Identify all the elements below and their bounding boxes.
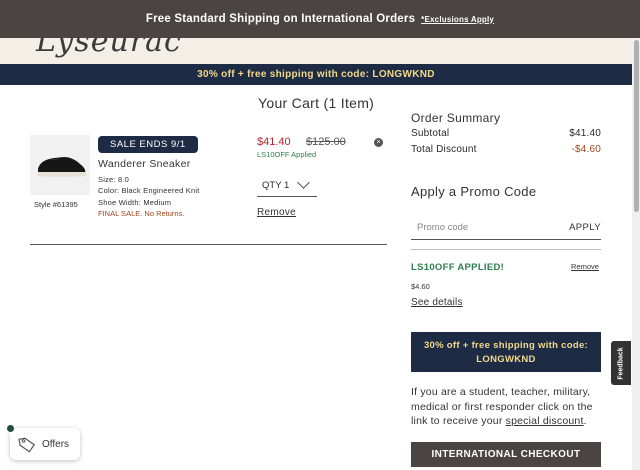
special-discount-end: . [583,415,587,427]
exclusions-link[interactable]: *Exclusions Apply [421,15,494,24]
sale-price: $41.40 [257,136,291,148]
product-width: Shoe Width: Medium [98,198,172,207]
promo-callout: 30% off + free shipping with code: LONGW… [411,332,601,372]
subtotal-value: $41.40 [569,128,601,139]
promo-callout-line2: LONGWKND [476,354,536,365]
site-header: Lyseurac [0,38,632,64]
remove-promo-link[interactable]: Remove [571,262,599,271]
special-discount-text: If you are a student, teacher, military,… [411,385,603,429]
scrollbar-thumb[interactable] [634,40,639,212]
product-color: Color: Black Engineered Knit [98,186,200,195]
brand-logo[interactable]: Lyseurac [36,38,182,59]
tag-icon [18,437,36,453]
promo-applied-amount: $4.60 [411,282,430,291]
discount-label: Total Discount [411,144,477,155]
promo-applied-note: LS10OFF Applied [257,150,317,159]
subtotal-label: Subtotal [411,128,450,139]
apply-promo-button[interactable]: APPLY [569,222,601,233]
quantity-label: QTY 1 [262,179,290,191]
promo-bar: 30% off + free shipping with code: LONGW… [0,64,632,85]
cart-divider [30,244,387,245]
feedback-label: Feedback [617,346,625,380]
promo-code-input[interactable] [411,222,551,233]
special-discount-link[interactable]: special discount [506,415,584,427]
promo-separator [411,249,601,250]
product-image[interactable] [30,135,90,195]
subtotal-row: Subtotal $41.40 [411,128,601,139]
original-price: $125.00 [306,136,346,148]
product-size: Size: 8.0 [98,175,129,184]
discount-value: -$4.60 [571,144,601,155]
promo-applied-label: LS10OFF APPLIED! [411,262,505,273]
promo-title: Apply a Promo Code [411,184,537,199]
see-details-link[interactable]: See details [411,297,463,308]
notification-dot [6,424,15,433]
product-name[interactable]: Wanderer Sneaker [98,158,191,170]
sale-badge: SALE ENDS 9/1 [98,136,198,153]
style-number: Style #61395 [34,200,78,209]
remove-link[interactable]: Remove [257,207,296,218]
offers-label: Offers [42,438,70,450]
remove-item-icon[interactable]: × [374,138,383,147]
quantity-select[interactable]: QTY 1 [257,174,317,197]
feedback-tab[interactable]: Feedback [611,341,631,385]
promo-form: APPLY [411,216,601,240]
order-summary-title: Order Summary [411,111,501,125]
international-checkout-button[interactable]: INTERNATIONAL CHECKOUT [411,442,601,467]
shipping-banner: Free Standard Shipping on International … [0,0,640,38]
offers-button[interactable]: Offers [10,428,80,460]
promo-bar-text: 30% off + free shipping with code: LONGW… [197,69,435,80]
discount-row: Total Discount -$4.60 [411,144,601,155]
chevron-down-icon [297,176,311,189]
shipping-banner-text: Free Standard Shipping on International … [145,13,416,25]
cart-title: Your Cart (1 Item) [258,95,375,111]
final-sale-notice: FINAL SALE. No Returns. [98,209,185,218]
promo-callout-line1: 30% off + free shipping with code: [423,340,589,351]
